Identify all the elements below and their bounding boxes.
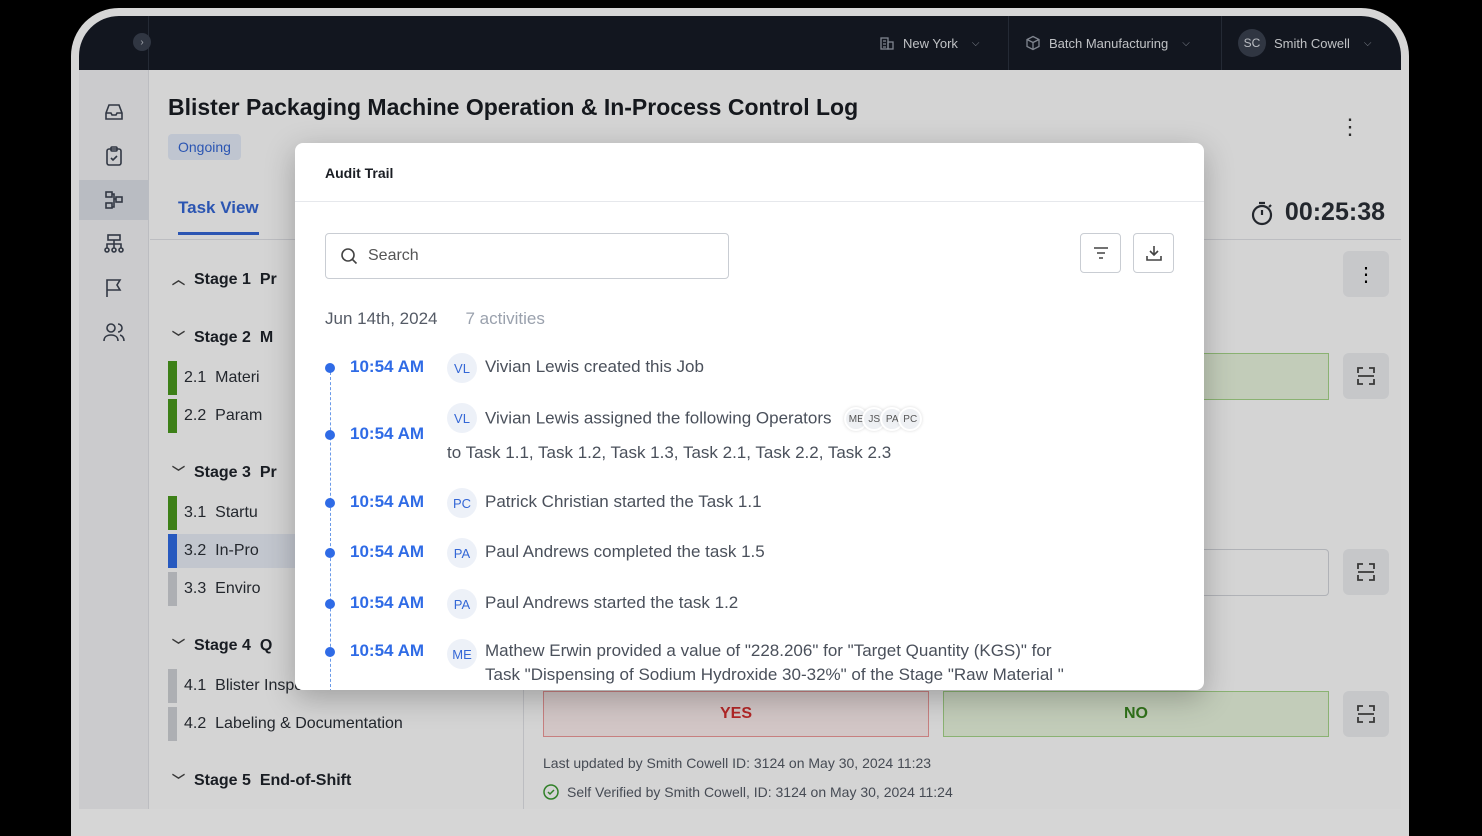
entry-text-continued: Task "Dispensing of Sodium Hydroxide 30-… (485, 665, 1064, 684)
download-icon (1145, 246, 1162, 261)
avatar: PA (447, 589, 477, 619)
timeline-dot (325, 548, 335, 558)
entry-time: 10:54 AM (350, 542, 425, 561)
entry-time: 10:54 AM (350, 424, 425, 443)
device-frame: › New York ⌵ Batch Manufacturing ⌵ SC Sm… (71, 8, 1409, 836)
entry-time: 10:54 AM (350, 492, 425, 511)
search-input[interactable]: Search (325, 233, 729, 279)
search-icon (341, 248, 358, 265)
activity-count: 7 activities (465, 309, 545, 328)
avatar: PC (447, 488, 477, 518)
search-placeholder: Search (368, 247, 419, 264)
entry-text: Vivian Lewis assigned the following Oper… (485, 408, 832, 428)
entry-text: Paul Andrews started the task 1.2 (485, 593, 739, 612)
entry-time: 10:54 AM (350, 593, 425, 612)
entry-text: Patrick Christian started the Task 1.1 (485, 492, 762, 511)
timeline-dot (325, 498, 335, 508)
timeline-dot (325, 430, 335, 440)
app-screen: › New York ⌵ Batch Manufacturing ⌵ SC Sm… (79, 16, 1401, 809)
timeline-line (330, 367, 331, 690)
timeline-dot (325, 647, 335, 657)
avatar: PC (898, 407, 923, 431)
avatar: VL (447, 353, 477, 383)
avatar: ME (447, 639, 477, 669)
entry-text-continued: to Task 1.1, Task 1.2, Task 1.3, Task 2.… (447, 443, 892, 462)
entry-text: Paul Andrews completed the task 1.5 (485, 542, 765, 561)
audit-trail-modal: Audit Trail Search Jun 14th, 2024 7 activ… (295, 143, 1204, 690)
download-button[interactable] (1133, 233, 1174, 273)
entry-time: 10:54 AM (350, 357, 425, 376)
avatar: VL (447, 403, 477, 433)
filter-icon (1093, 247, 1108, 259)
entry-text: Mathew Erwin provided a value of "228.20… (485, 641, 1052, 660)
timeline-dot (325, 363, 335, 373)
activity-date-row: Jun 14th, 2024 7 activities (325, 309, 545, 329)
activity-date: Jun 14th, 2024 (325, 309, 438, 328)
entry-text: Vivian Lewis created this Job (485, 357, 704, 376)
operator-avatars: ME JS PA PC (844, 407, 923, 431)
modal-title: Audit Trail (295, 143, 1204, 202)
entry-time: 10:54 AM (350, 641, 425, 660)
avatar: PA (447, 538, 477, 568)
filter-button[interactable] (1080, 233, 1121, 273)
timeline-dot (325, 599, 335, 609)
